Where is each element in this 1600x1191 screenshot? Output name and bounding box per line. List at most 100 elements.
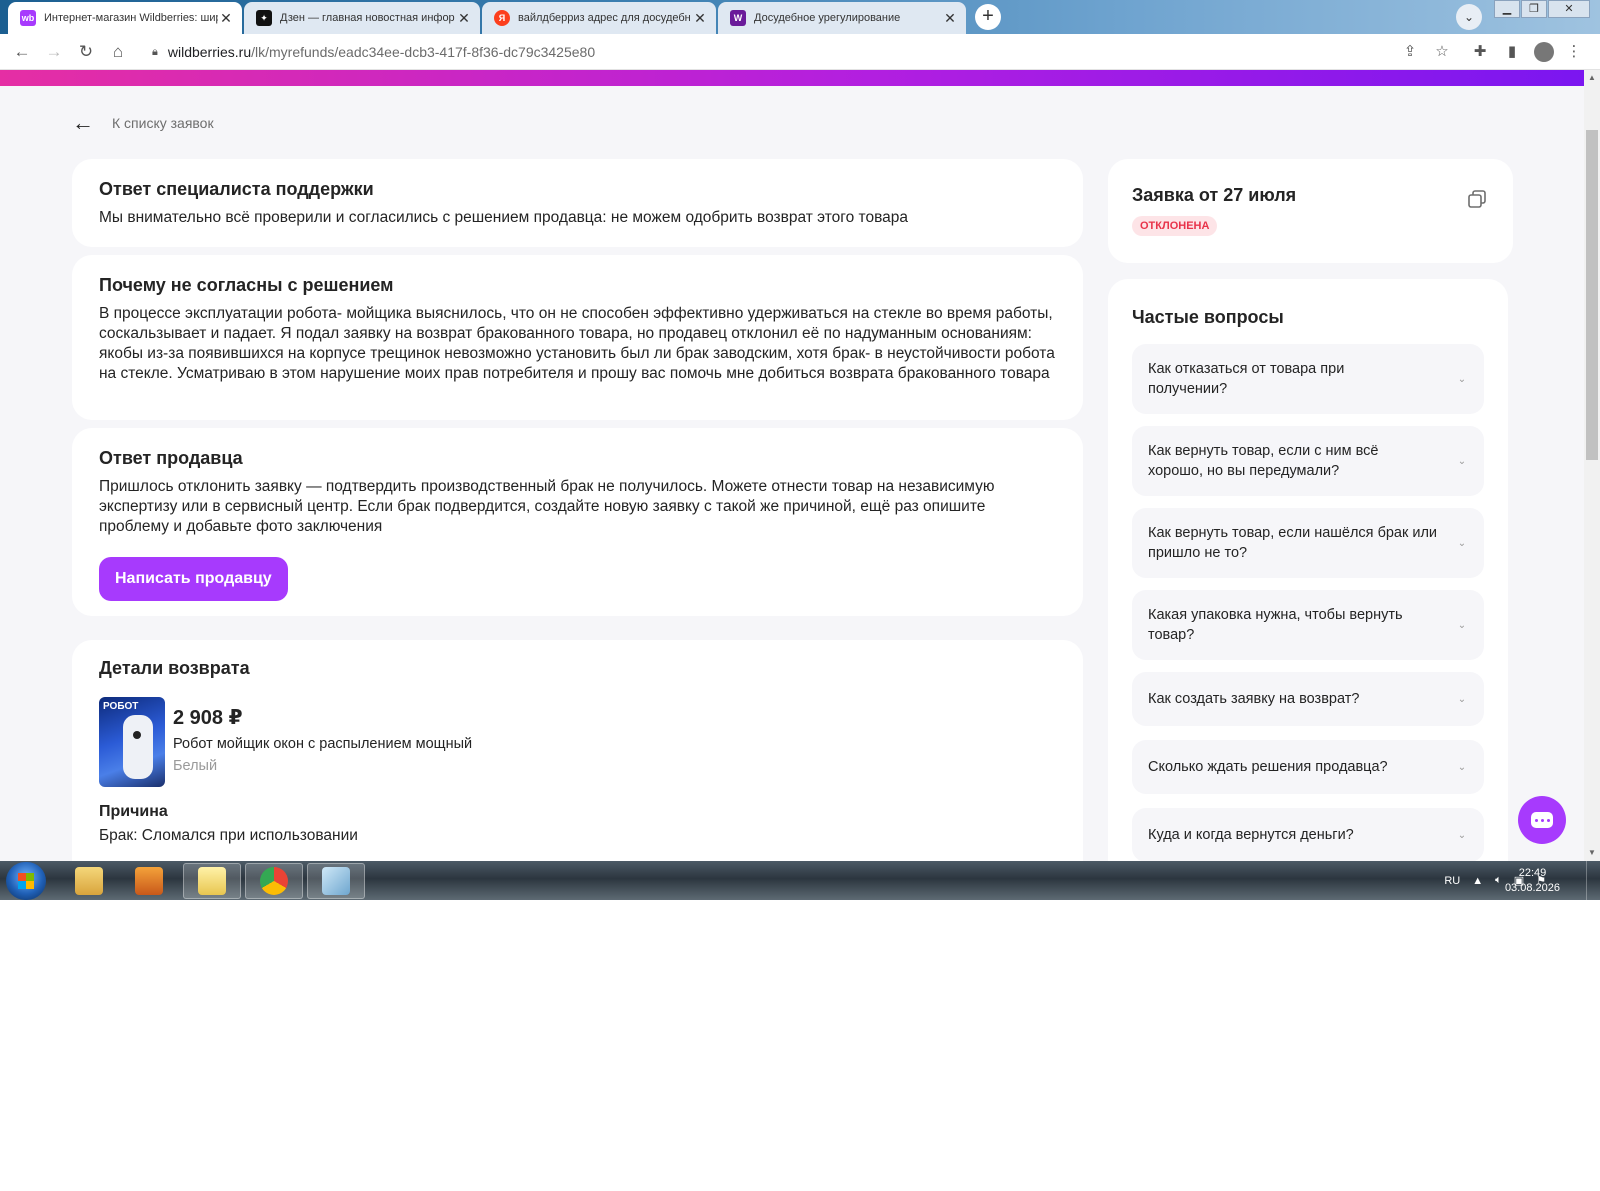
close-icon[interactable]: ✕	[942, 10, 958, 26]
faq-item[interactable]: Как создать заявку на возврат? ⌄	[1132, 672, 1484, 726]
faq-item[interactable]: Как вернуть товар, если с ним всё хорошо…	[1132, 426, 1484, 496]
return-details-card: Детали возврата РОБОТ 2 908 ₽ Робот мойщ…	[72, 640, 1083, 861]
tab-wildberries[interactable]: wb Интернет-магазин Wildberries: шир ✕	[8, 2, 242, 34]
extensions-puzzle-icon[interactable]: ✚	[1468, 40, 1492, 64]
media-player-icon	[135, 867, 163, 895]
reason-label: Причина	[99, 803, 168, 820]
faq-question: Как создать заявку на возврат?	[1148, 691, 1360, 707]
address-bar[interactable]: 🔒︎ wildberries.ru/lk/myrefunds/eadc34ee-…	[142, 38, 1452, 66]
tab-search-chevron-icon[interactable]: ⌄	[1456, 4, 1482, 30]
support-answer-title: Ответ специалиста поддержки	[99, 179, 374, 199]
maximize-icon[interactable]: ❐	[1521, 0, 1547, 18]
sticky-notes-icon	[198, 867, 226, 895]
write-to-seller-button[interactable]: Написать продавцу	[99, 557, 288, 601]
disagree-text: В процессе эксплуатации робота- мойщика …	[99, 305, 1055, 382]
tab-yandex-search[interactable]: Я вайлдберриз адрес для досудебн ✕	[482, 2, 716, 34]
faq-item[interactable]: Куда и когда вернутся деньги? ⌄	[1132, 808, 1484, 861]
copy-icon[interactable]	[1467, 189, 1487, 209]
back-to-list-link[interactable]: ← К списку заявок	[72, 110, 214, 136]
bookmark-star-icon[interactable]: ☆	[1430, 40, 1454, 64]
chat-support-button[interactable]	[1518, 796, 1566, 844]
product-info: 2 908 ₽ Робот мойщик окон с распылением …	[173, 697, 472, 787]
taskbar-sticky-notes[interactable]	[183, 863, 241, 899]
close-icon[interactable]: ✕	[692, 10, 708, 26]
tab-dzen[interactable]: ✦ Дзен — главная новостная инфор ✕	[244, 2, 480, 34]
language-indicator[interactable]: RU	[1444, 875, 1460, 887]
faq-question: Сколько ждать решения продавца?	[1148, 759, 1388, 775]
show-desktop-button[interactable]	[1586, 861, 1600, 900]
close-icon[interactable]: ✕	[456, 10, 472, 26]
menu-kebab-icon[interactable]: ⋮	[1562, 40, 1586, 64]
disagree-title: Почему не согласны с решением	[99, 275, 394, 295]
url-path: /lk/myrefunds/eadc34ee-dcb3-417f-8f36-dc…	[251, 44, 596, 60]
minimize-icon[interactable]: ▁	[1494, 0, 1520, 18]
faq-item[interactable]: Какая упаковка нужна, чтобы вернуть това…	[1132, 590, 1484, 660]
faq-question: Как отказаться от товара при получении?	[1148, 361, 1345, 397]
tab-pretrial[interactable]: W Досудебное урегулирование ✕	[718, 2, 966, 34]
window-close-icon[interactable]: ✕	[1548, 0, 1590, 18]
side-panel-icon[interactable]: ▮	[1500, 40, 1524, 64]
volume-icon[interactable]: 🔈︎	[1495, 874, 1502, 887]
windows-logo-icon	[18, 873, 34, 889]
taskbar-explorer[interactable]	[60, 863, 118, 899]
scroll-down-icon[interactable]: ▼	[1584, 845, 1600, 861]
product-image[interactable]: РОБОТ	[99, 697, 165, 787]
profile-avatar[interactable]	[1534, 42, 1554, 62]
wildberries-favicon-icon: W	[730, 10, 746, 26]
taskbar-media-player[interactable]	[120, 863, 178, 899]
tab-title: Интернет-магазин Wildberries: шир	[44, 12, 218, 24]
app-icon	[322, 867, 350, 895]
page-content: ← К списку заявок Ответ специалиста подд…	[0, 86, 1584, 861]
faq-item[interactable]: Сколько ждать решения продавца? ⌄	[1132, 740, 1484, 794]
faq-question: Какая упаковка нужна, чтобы вернуть това…	[1148, 607, 1403, 643]
scroll-up-icon[interactable]: ▲	[1584, 70, 1600, 86]
clock[interactable]: 22:49 03.08.2026	[1505, 866, 1560, 896]
page-scrollbar[interactable]: ▲ ▼	[1584, 70, 1600, 861]
support-answer-text: Мы внимательно всё проверили и согласили…	[99, 209, 909, 226]
window-controls: ▁ ❐ ✕	[1493, 0, 1590, 18]
faq-item[interactable]: Как вернуть товар, если нашёлся брак или…	[1132, 508, 1484, 578]
disagree-reason-card: Почему не согласны с решением В процессе…	[72, 255, 1083, 420]
product-row[interactable]: РОБОТ 2 908 ₽ Робот мойщик окон с распыл…	[99, 697, 1056, 787]
tray-expand-icon[interactable]: ▲	[1472, 875, 1483, 887]
home-icon[interactable]: ⌂	[106, 40, 130, 64]
chevron-down-icon: ⌄	[1457, 619, 1467, 631]
reload-icon[interactable]: ↻	[74, 40, 98, 64]
taskbar-chrome[interactable]	[245, 863, 303, 899]
close-icon[interactable]: ✕	[218, 10, 234, 26]
scroll-thumb[interactable]	[1586, 130, 1598, 460]
new-tab-button[interactable]: +	[975, 4, 1001, 30]
chevron-down-icon: ⌄	[1457, 829, 1467, 841]
chevron-down-icon: ⌄	[1457, 373, 1467, 385]
dzen-favicon-icon: ✦	[256, 10, 272, 26]
url-host: wildberries.ru	[167, 44, 252, 60]
faq-title: Частые вопросы	[1132, 307, 1284, 327]
status-badge: ОТКЛОНЕНА	[1132, 216, 1218, 236]
tab-title: вайлдберриз адрес для досудебн	[518, 12, 691, 24]
chevron-down-icon: ⌄	[1457, 761, 1467, 773]
product-name[interactable]: Робот мойщик окон с распылением мощный	[173, 736, 472, 752]
share-icon[interactable]: ⇪	[1398, 40, 1422, 64]
back-arrow-icon[interactable]: ←	[10, 40, 34, 64]
product-price: 2 908 ₽	[173, 707, 243, 729]
wildberries-favicon-icon: wb	[20, 10, 36, 26]
tab-strip: wb Интернет-магазин Wildberries: шир ✕ ✦…	[0, 0, 1600, 34]
chrome-icon	[260, 867, 288, 895]
product-image-tag: РОБОТ	[103, 701, 139, 712]
seller-answer-card: Ответ продавца Пришлось отклонить заявку…	[72, 428, 1083, 616]
chat-bubble-icon	[1531, 812, 1553, 828]
faq-card: Частые вопросы Как отказаться от товара …	[1108, 279, 1508, 861]
browser-toolbar: ← → ↻ ⌂ 🔒︎ wildberries.ru/lk/myrefunds/e…	[0, 34, 1600, 70]
taskbar-app[interactable]	[307, 863, 365, 899]
chevron-down-icon: ⌄	[1457, 693, 1467, 705]
reason-value: Брак: Сломался при использовании	[99, 827, 358, 844]
seller-answer-title: Ответ продавца	[99, 448, 243, 468]
return-details-title: Детали возврата	[99, 658, 250, 678]
faq-item[interactable]: Как отказаться от товара при получении? …	[1132, 344, 1484, 414]
forward-arrow-icon[interactable]: →	[42, 40, 66, 64]
clock-time: 22:49	[1518, 867, 1547, 879]
windows-taskbar: RU ▲ 🔈︎ ▣ ⚑ 22:49 03.08.2026	[0, 861, 1600, 900]
tab-title: Досудебное урегулирование	[754, 12, 901, 24]
start-button[interactable]	[6, 862, 46, 900]
faq-question: Как вернуть товар, если нашёлся брак или…	[1148, 525, 1438, 561]
